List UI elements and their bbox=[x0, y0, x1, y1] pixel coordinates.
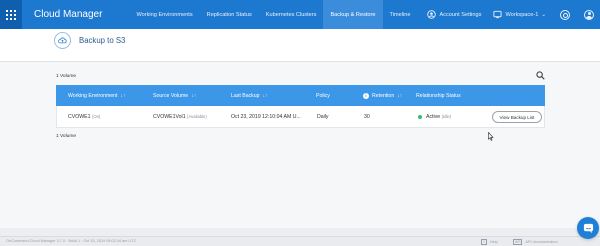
cell-last-backup: Oct 23, 2019 12:10:04 AM U... bbox=[231, 114, 301, 120]
info-icon[interactable]: i bbox=[363, 92, 369, 99]
col-source-volume[interactable]: Source Volume ↓↑ bbox=[153, 93, 196, 99]
col-label: Source Volume bbox=[153, 92, 189, 99]
volume-count-top: 1 Volume bbox=[56, 74, 77, 79]
cell-policy: Daily bbox=[317, 114, 329, 120]
col-working-environment[interactable]: Working Environment ↓↑ bbox=[68, 93, 126, 99]
page-header bbox=[0, 29, 600, 62]
user-menu-button[interactable] bbox=[578, 9, 600, 20]
col-label: Retention bbox=[372, 92, 395, 99]
col-relationship-status: Relationship Status bbox=[416, 93, 461, 99]
table-row: CVOWE1 (On) CVOWE1Vol1 (Available) Oct 2… bbox=[56, 106, 545, 128]
api-icon: API bbox=[513, 239, 523, 245]
top-bar: Cloud Manager Working Environments Repli… bbox=[0, 0, 600, 29]
search-icon[interactable] bbox=[536, 71, 545, 80]
source-volume-state: (Available) bbox=[187, 114, 207, 119]
cell-working-environment: CVOWE1 (On) bbox=[68, 114, 100, 120]
page-title: Backup to S3 bbox=[79, 36, 126, 45]
nav-backup-restore[interactable]: Backup & Restore bbox=[323, 0, 383, 29]
volume-count-bottom: 1 Volume bbox=[56, 134, 77, 139]
col-retention[interactable]: i Retention ↓↑ bbox=[363, 92, 403, 99]
col-label: Policy bbox=[316, 92, 330, 99]
nav-working-environments[interactable]: Working Environments bbox=[129, 0, 199, 29]
col-label: Last Backup bbox=[231, 92, 260, 99]
sort-icon: ↓↑ bbox=[191, 92, 197, 99]
account-settings-button[interactable]: Account Settings bbox=[421, 10, 487, 19]
gear-icon bbox=[560, 9, 570, 20]
backup-cloud-icon bbox=[54, 32, 71, 49]
help-label: Help bbox=[489, 240, 498, 244]
status-sub-label: (Idle) bbox=[441, 114, 452, 119]
col-policy: Policy bbox=[316, 93, 330, 99]
working-environment-state: (On) bbox=[91, 114, 101, 119]
sort-icon: ↓↑ bbox=[262, 92, 268, 99]
cell-relationship-status: Active (Idle) bbox=[418, 114, 451, 120]
backup-table: Working Environment ↓↑ Source Volume ↓↑ … bbox=[56, 85, 545, 128]
workspace-icon bbox=[493, 10, 503, 19]
sort-icon: ↓↑ bbox=[120, 92, 126, 99]
footer: OnCommand Cloud Manager 3.7.0 · Build 1 … bbox=[0, 236, 600, 246]
source-volume-name: CVOWE1Vol1 bbox=[153, 114, 186, 120]
main-nav: Working Environments Replication Status … bbox=[129, 0, 417, 29]
chat-icon bbox=[583, 223, 593, 233]
nav-replication-status[interactable]: Replication Status bbox=[200, 0, 259, 29]
table-header: Working Environment ↓↑ Source Volume ↓↑ … bbox=[56, 85, 545, 106]
help-link[interactable]: ? Help bbox=[481, 239, 498, 245]
account-settings-label: Account Settings bbox=[439, 11, 482, 18]
apps-grid-button[interactable] bbox=[0, 0, 23, 29]
api-label: API documentation bbox=[525, 240, 558, 244]
status-label: Active bbox=[426, 114, 441, 120]
cell-source-volume: CVOWE1Vol1 (Available) bbox=[153, 114, 207, 120]
sort-icon: ↓↑ bbox=[397, 92, 403, 99]
app-title: Cloud Manager bbox=[34, 9, 103, 20]
api-documentation-link[interactable]: API API documentation bbox=[513, 239, 558, 245]
col-last-backup[interactable]: Last Backup ↓↑ bbox=[231, 93, 268, 99]
mouse-cursor-icon bbox=[488, 132, 494, 141]
working-environment-name: CVOWE1 bbox=[68, 114, 91, 120]
account-settings-icon bbox=[427, 10, 437, 19]
workspace-selector[interactable]: Workspace-1 ⌄ bbox=[487, 10, 552, 19]
nav-kubernetes-clusters[interactable]: Kubernetes Clusters bbox=[259, 0, 324, 29]
status-active-dot bbox=[418, 114, 422, 119]
help-icon: ? bbox=[481, 239, 487, 245]
col-label: Relationship Status bbox=[416, 92, 461, 99]
nav-timeline[interactable]: Timeline bbox=[383, 0, 418, 29]
version-info: OnCommand Cloud Manager 3.7.0 · Build 1 … bbox=[6, 239, 137, 243]
user-icon bbox=[584, 9, 594, 20]
col-label: Working Environment bbox=[68, 92, 118, 99]
settings-button[interactable] bbox=[552, 9, 578, 20]
apps-grid-icon bbox=[6, 9, 17, 20]
workspace-label: Workspace-1 bbox=[505, 11, 539, 18]
view-backup-list-button[interactable]: View Backup List bbox=[492, 111, 542, 123]
chevron-down-icon: ⌄ bbox=[541, 11, 546, 18]
chat-button[interactable] bbox=[577, 217, 599, 239]
topbar-right: Account Settings Workspace-1 ⌄ bbox=[421, 0, 600, 29]
cell-retention: 30 bbox=[364, 114, 370, 120]
